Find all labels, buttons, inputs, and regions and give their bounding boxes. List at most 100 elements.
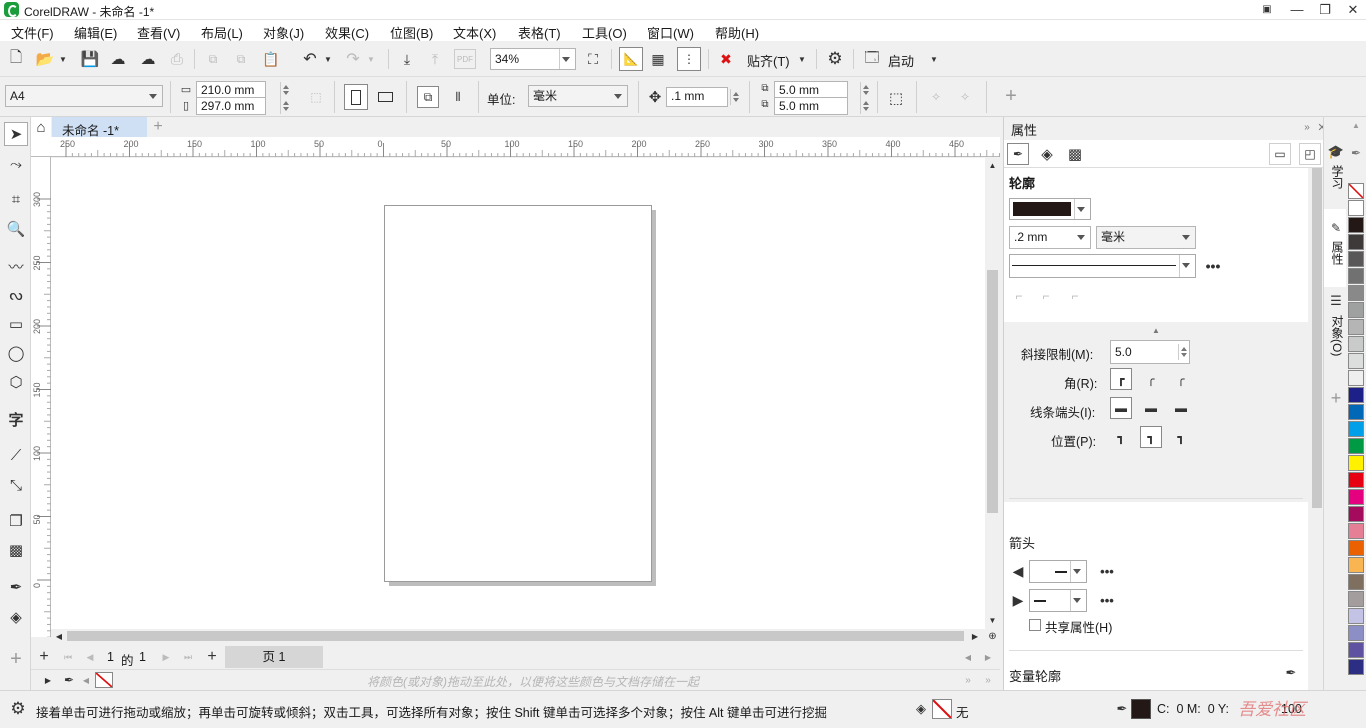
show-grid-icon[interactable]: ▦ xyxy=(648,49,668,69)
drop-shadow-icon[interactable]: ❐ xyxy=(4,509,28,533)
palette-color-swatch[interactable] xyxy=(1348,217,1364,233)
menu-edit[interactable]: 编辑(E) xyxy=(74,23,117,42)
export-icon[interactable]: ⤒ xyxy=(425,49,445,69)
palette-flyout-icon[interactable]: ▶ xyxy=(43,672,53,688)
import-icon[interactable]: ⤓ xyxy=(397,49,417,69)
menu-table[interactable]: 表格(T) xyxy=(518,23,561,42)
options-gear-icon[interactable]: ⚙ xyxy=(825,49,845,69)
line-style-dropdown-icon[interactable] xyxy=(1179,255,1195,277)
snap-to-label[interactable]: 贴齐(T) xyxy=(747,51,790,70)
launch-label[interactable]: 启动 xyxy=(888,51,914,70)
zoom-level-input[interactable]: 34% xyxy=(490,48,576,70)
end-arrowhead-dropdown-icon[interactable] xyxy=(1070,590,1086,611)
scroll-down-icon[interactable]: ▼ xyxy=(985,613,1000,627)
page-height-input[interactable]: 297.0 mm xyxy=(196,97,266,115)
document-tab[interactable]: 未命名 -1* xyxy=(52,117,147,138)
docker-scrollbar[interactable] xyxy=(1309,168,1324,690)
palette-color-swatch[interactable] xyxy=(1348,200,1364,216)
palette-color-swatch[interactable] xyxy=(1348,387,1364,403)
palette-up-icon[interactable]: ▲ xyxy=(1348,119,1364,131)
palette-color-swatch[interactable] xyxy=(1348,370,1364,386)
duplicate-x-spinner[interactable] xyxy=(860,82,870,98)
palette-color-swatch[interactable] xyxy=(1348,438,1364,454)
add-page-before-icon[interactable]: + xyxy=(36,648,52,666)
menu-layout[interactable]: 布局(L) xyxy=(201,23,243,42)
horizontal-scroll-thumb[interactable] xyxy=(67,631,964,641)
snap-dropdown-icon[interactable]: ▼ xyxy=(796,49,808,69)
palette-color-swatch[interactable] xyxy=(1348,659,1364,675)
open-dropdown-chevron-icon[interactable]: ▼ xyxy=(57,49,69,69)
document-palette[interactable]: ▶ ✒ ◀ 将颜色(或对象)拖动至此处，以便将这些颜色与文档存储在一起 » » xyxy=(31,669,1000,690)
add-page-after-icon[interactable]: + xyxy=(204,648,220,666)
treat-as-filled-icon[interactable]: ⬚ xyxy=(884,86,908,110)
nudge-distance-input[interactable]: .1 mm xyxy=(666,87,728,107)
docker-scroll-thumb[interactable] xyxy=(1312,168,1322,508)
redo-icon[interactable]: ↷ xyxy=(343,49,363,69)
objects-tab-icon[interactable]: ☰ xyxy=(1327,292,1345,310)
objects-tab[interactable]: 对象(O) xyxy=(1329,315,1344,356)
polygon-tool-icon[interactable]: ⬡ xyxy=(4,370,28,394)
no-color-swatch[interactable] xyxy=(95,672,113,688)
properties-tab[interactable]: 属性 xyxy=(1329,241,1344,265)
full-screen-icon[interactable]: ⛶ xyxy=(583,49,603,69)
maximize-button[interactable]: ❐ xyxy=(1310,1,1340,19)
round-cap-icon[interactable]: ▬ xyxy=(1140,397,1162,419)
learn-tab[interactable]: 学习 xyxy=(1329,165,1344,189)
menu-bitmaps[interactable]: 位图(B) xyxy=(390,23,433,42)
palette-scroll-end-icon[interactable]: » xyxy=(981,672,995,688)
palette-no-color-swatch[interactable] xyxy=(1348,183,1364,199)
menu-tools[interactable]: 工具(O) xyxy=(582,23,627,42)
print-icon[interactable]: ⎙ xyxy=(167,49,187,69)
undo-icon[interactable]: ↶ xyxy=(300,49,320,69)
vertical-scrollbar[interactable]: ▲ ▼ xyxy=(985,158,1000,629)
menu-view[interactable]: 查看(V) xyxy=(137,23,180,42)
add-tool-icon[interactable]: + xyxy=(4,647,28,671)
add-toolbar-item-icon[interactable]: + xyxy=(1001,85,1021,107)
connector-tool-icon[interactable]: ⤡ xyxy=(4,473,28,497)
artistic-media-icon[interactable]: ᔓ xyxy=(4,283,28,307)
status-settings-gear-icon[interactable]: ⚙ xyxy=(8,699,28,719)
fill-none-swatch[interactable] xyxy=(932,699,952,719)
round-corner-icon[interactable]: ╭ xyxy=(1140,368,1162,390)
palette-color-swatch[interactable] xyxy=(1348,642,1364,658)
end-arrow-more-icon[interactable]: ••• xyxy=(1096,590,1118,610)
launch-dropdown-icon[interactable]: ▼ xyxy=(928,49,940,69)
outline-color-status-swatch[interactable] xyxy=(1131,699,1151,719)
dash-corner-b-icon[interactable]: ⌐ xyxy=(1036,286,1056,306)
set-origin-icon[interactable]: ✧ xyxy=(926,87,946,107)
palette-color-swatch[interactable] xyxy=(1348,608,1364,624)
horizontal-scrollbar[interactable]: ◀ ▶ xyxy=(51,629,985,643)
width-spinner[interactable] xyxy=(280,82,290,98)
reset-origin-icon[interactable]: ✧ xyxy=(955,87,975,107)
prev-page-icon[interactable]: ◀ xyxy=(83,648,97,666)
bevel-corner-icon[interactable]: ╭ xyxy=(1170,368,1192,390)
frame-alt-tab-icon[interactable]: ◰ xyxy=(1299,143,1321,165)
line-style-more-icon[interactable]: ••• xyxy=(1202,256,1224,276)
document-page[interactable] xyxy=(384,205,652,582)
outline-color-dropdown-icon[interactable] xyxy=(1074,199,1090,219)
nav-scroll-left-icon[interactable]: ◀ xyxy=(961,648,975,666)
text-tool-icon[interactable]: 字 xyxy=(4,407,28,431)
end-arrowhead-select[interactable] xyxy=(1029,589,1087,612)
scroll-up-icon[interactable]: ▲ xyxy=(985,158,1000,172)
interactive-fill-icon[interactable]: ◈ xyxy=(4,605,28,629)
open-folder-icon[interactable]: 📂 xyxy=(35,49,55,69)
palette-scroll-icon[interactable]: » xyxy=(961,672,975,688)
minimize-button[interactable]: — xyxy=(1282,1,1312,19)
palette-eyedropper-side-icon[interactable]: ✒ xyxy=(1348,145,1364,161)
line-style-select[interactable] xyxy=(1009,254,1196,278)
collapse-chevron-icon[interactable]: ▲ xyxy=(1149,325,1163,335)
portrait-icon[interactable] xyxy=(344,84,368,110)
cut-icon[interactable]: ⧉ xyxy=(203,49,223,69)
zoom-corner-icon[interactable]: ⊕ xyxy=(985,629,1000,643)
first-page-icon[interactable]: ⏮ xyxy=(61,648,75,666)
show-rulers-icon[interactable]: 📐 xyxy=(619,47,643,71)
cloud-sync-icon[interactable]: ☁ xyxy=(138,49,158,69)
outline-width-select[interactable]: .2 mm xyxy=(1009,226,1091,249)
new-tab-icon[interactable]: + xyxy=(149,117,167,137)
ellipse-tool-icon[interactable]: ◯ xyxy=(4,341,28,365)
palette-color-swatch[interactable] xyxy=(1348,625,1364,641)
new-document-icon[interactable]: 🗋 xyxy=(6,49,26,69)
zoom-tool-icon[interactable]: 🔍 xyxy=(4,217,28,241)
pdf-export-icon[interactable]: PDF xyxy=(454,49,476,69)
